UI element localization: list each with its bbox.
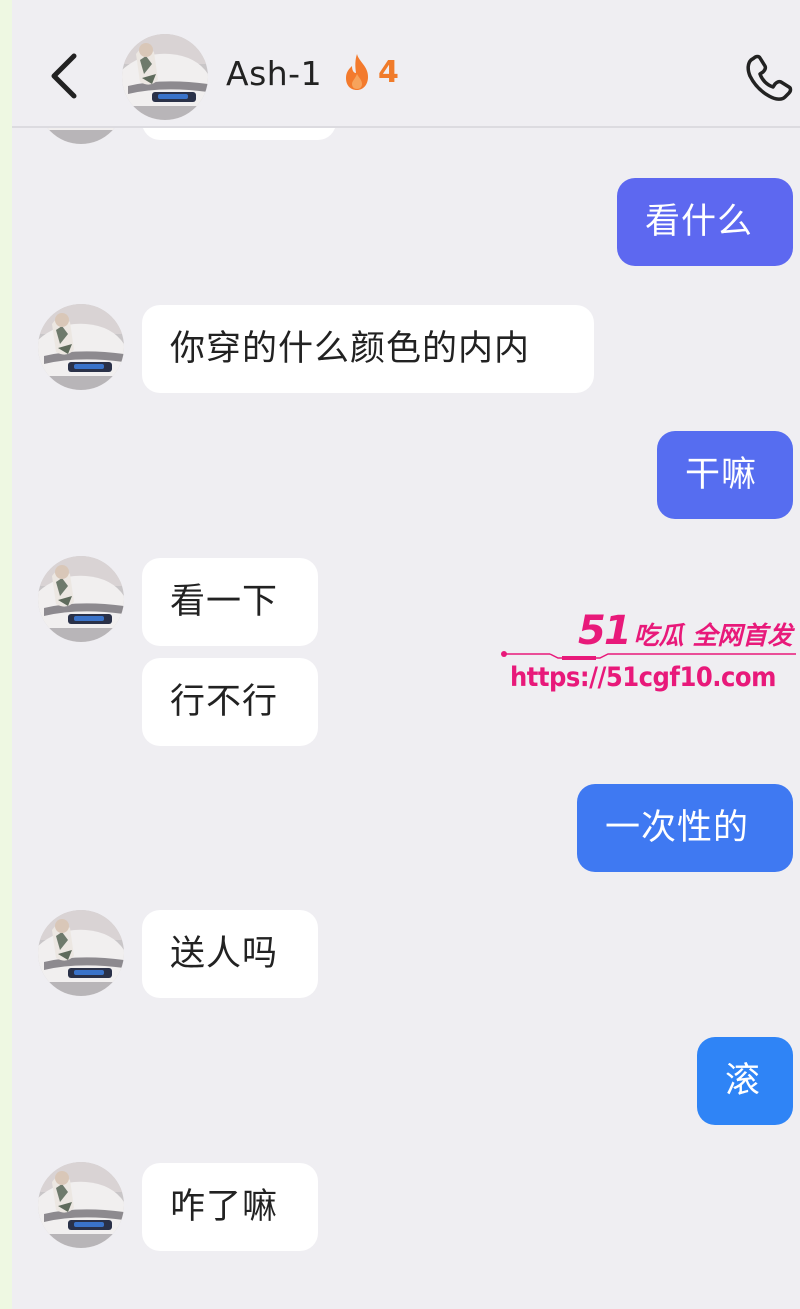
message-text: 咋了嘛 xyxy=(170,1187,279,1227)
chat-header: Ash-1 4 xyxy=(12,0,800,128)
watermark-decoration xyxy=(501,651,796,660)
message-bubble-outgoing[interactable]: 一次性的 xyxy=(577,784,793,872)
contact-avatar[interactable] xyxy=(38,1162,124,1248)
message-bubble-outgoing[interactable]: 看什么 xyxy=(617,178,793,266)
message-text: 一次性的 xyxy=(605,808,750,848)
message-text: 看一下 xyxy=(170,582,279,622)
flame-icon xyxy=(346,54,368,90)
contact-avatar[interactable] xyxy=(122,34,208,120)
watermark: 51 吃瓜 全网首发 https://51cgf10.com xyxy=(490,600,800,710)
contact-name[interactable]: Ash-1 xyxy=(226,54,322,93)
message-text: 你穿的什么颜色的内内 xyxy=(170,329,531,369)
chevron-left-icon[interactable] xyxy=(42,48,92,104)
message-text: 干嘛 xyxy=(685,455,758,495)
contact-avatar[interactable] xyxy=(38,556,124,642)
message-text: 滚 xyxy=(725,1061,762,1101)
message-bubble-outgoing[interactable]: 干嘛 xyxy=(657,431,793,519)
phone-icon[interactable] xyxy=(742,50,796,104)
message-bubble-incoming[interactable]: 送人吗 xyxy=(142,910,318,998)
streak-count: 4 xyxy=(378,54,399,90)
message-bubble-incoming[interactable]: 你穿的什么颜色的内内 xyxy=(142,305,594,393)
watermark-url: https://51cgf10.com xyxy=(510,662,776,693)
message-text: 行不行 xyxy=(170,682,279,722)
message-bubble-incoming[interactable]: 行不行 xyxy=(142,658,318,746)
message-text: 送人吗 xyxy=(170,934,279,974)
contact-avatar[interactable] xyxy=(38,910,124,996)
contact-avatar[interactable] xyxy=(38,304,124,390)
message-bubble-outgoing[interactable]: 滚 xyxy=(697,1037,793,1125)
message-bubble-incoming[interactable]: 看一下 xyxy=(142,558,318,646)
watermark-brand-text: 吃瓜 全网首发 xyxy=(633,621,793,650)
message-bubble-incoming[interactable]: 咋了嘛 xyxy=(142,1163,318,1251)
message-text: 看什么 xyxy=(645,202,754,242)
streak-indicator: 4 xyxy=(340,52,399,92)
